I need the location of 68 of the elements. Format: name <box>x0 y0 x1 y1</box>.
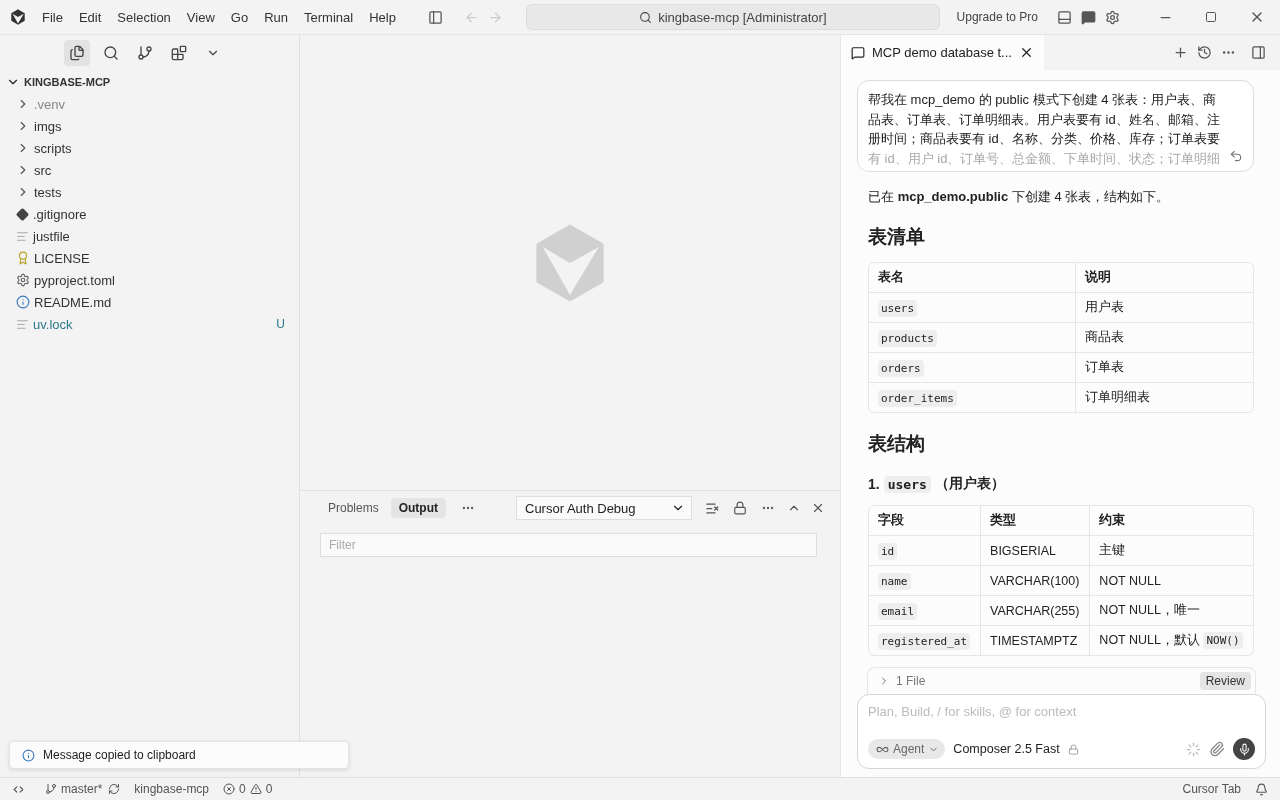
explorer-entry[interactable]: README.md <box>0 291 299 313</box>
files-count: 1 File <box>896 674 926 688</box>
git-status-label: U <box>276 317 285 331</box>
table-cell: NOT NULL <box>1089 566 1253 596</box>
folder-entry[interactable]: scripts <box>0 137 299 159</box>
menu-item[interactable]: File <box>34 9 71 25</box>
explorer-entry[interactable]: uv.lock U <box>0 313 299 335</box>
menu-item[interactable]: Help <box>361 9 404 25</box>
table-cell: 订单明细表 <box>1074 383 1253 412</box>
section-heading: 表清单 <box>868 225 926 249</box>
user-message-text: 帮我在 mcp_demo 的 public 模式下创建 4 张表：用户表、商品表、订单表、订单明细表。用户表要有 id、姓名、邮箱、注册时间；商品表要有 id、名称、分类、价格、库存；订单表要 <box>868 91 1221 148</box>
table-cell: id <box>869 536 981 566</box>
folder-entry[interactable]: tests <box>0 181 299 203</box>
branch-status[interactable]: master* <box>61 782 103 796</box>
explorer-entry[interactable]: LICENSE <box>0 247 299 269</box>
column-header: 字段 <box>869 506 981 536</box>
mode-dropdown[interactable]: Agent <box>868 739 946 759</box>
menu-item[interactable]: Run <box>256 9 296 25</box>
reply-text: 已在 mcp_demo.public 下创建 4 张表，结构如下。 <box>868 188 1171 206</box>
error-count[interactable]: 0 <box>239 782 246 796</box>
column-header: 类型 <box>980 506 1090 536</box>
subsection-heading: 1. users （用户表） <box>868 475 1006 493</box>
menu-item[interactable]: Terminal <box>296 9 362 25</box>
cursor-tab-status[interactable]: Cursor Tab <box>1182 782 1241 796</box>
user-message-faded-text: 有 id、用户 id、订单号、总金额、下单时间、状态；订单明细 <box>868 149 1222 168</box>
folder-entry[interactable]: imgs <box>0 115 299 137</box>
folder-entry[interactable]: src <box>0 159 299 181</box>
table-cell: name <box>869 566 981 596</box>
panel-tab[interactable]: Output <box>390 498 446 518</box>
column-header: 说明 <box>1074 263 1253 293</box>
project-name[interactable]: kingbase-mcp <box>134 782 210 796</box>
menu-item[interactable]: Selection <box>109 9 179 25</box>
table-cell: BIGSERIAL <box>980 536 1090 566</box>
upgrade-link[interactable]: Upgrade to Pro <box>956 10 1038 24</box>
explorer-entry[interactable]: pyproject.toml <box>0 269 299 291</box>
channel-dropdown[interactable]: Cursor Auth Debug <box>516 496 692 520</box>
table-cell: 用户表 <box>1074 293 1253 323</box>
table-cell: users <box>869 293 1075 323</box>
menu-item[interactable]: Go <box>222 9 257 25</box>
chat-tab[interactable]: MCP demo database t... <box>841 35 1044 70</box>
toast-message: Message copied to clipboard <box>43 748 196 762</box>
table-cell: 商品表 <box>1074 323 1253 353</box>
section-heading: 表结构 <box>868 432 926 456</box>
table-cell: products <box>869 323 1075 353</box>
review-button[interactable]: Review <box>1199 672 1251 690</box>
table-cell: order_items <box>869 383 1075 412</box>
explorer-entry[interactable]: .gitignore <box>0 203 299 225</box>
table-cell: NOT NULL，唯一 <box>1089 596 1253 626</box>
menu-item[interactable]: View <box>178 9 223 25</box>
tree-root[interactable]: KINGBASE-MCP <box>0 71 299 93</box>
table-cell: email <box>869 596 981 626</box>
message-input[interactable]: Plan, Build, / for skills, @ for context <box>868 704 1255 719</box>
column-header: 约束 <box>1089 506 1253 536</box>
table-cell: VARCHAR(255) <box>980 596 1090 626</box>
column-header: 表名 <box>869 263 1075 293</box>
explorer-entry[interactable]: justfile <box>0 225 299 247</box>
table-cell: orders <box>869 353 1075 383</box>
command-search-field[interactable]: kingbase-mcp [Administrator] <box>525 4 940 30</box>
table-cell: 订单表 <box>1074 353 1253 383</box>
table-cell: NOT NULL，默认 NOW() <box>1089 626 1253 655</box>
warning-count[interactable]: 0 <box>265 782 273 796</box>
model-selector[interactable]: Composer 2.5 Fast <box>953 742 1060 756</box>
table-cell: VARCHAR(100) <box>980 566 1090 596</box>
table-cell: 主键 <box>1089 536 1253 566</box>
filter-field[interactable]: Filter <box>320 533 817 557</box>
panel-tab[interactable]: Problems <box>320 498 387 518</box>
menu-item[interactable]: Edit <box>70 9 110 25</box>
table-cell: TIMESTAMPTZ <box>980 626 1090 655</box>
